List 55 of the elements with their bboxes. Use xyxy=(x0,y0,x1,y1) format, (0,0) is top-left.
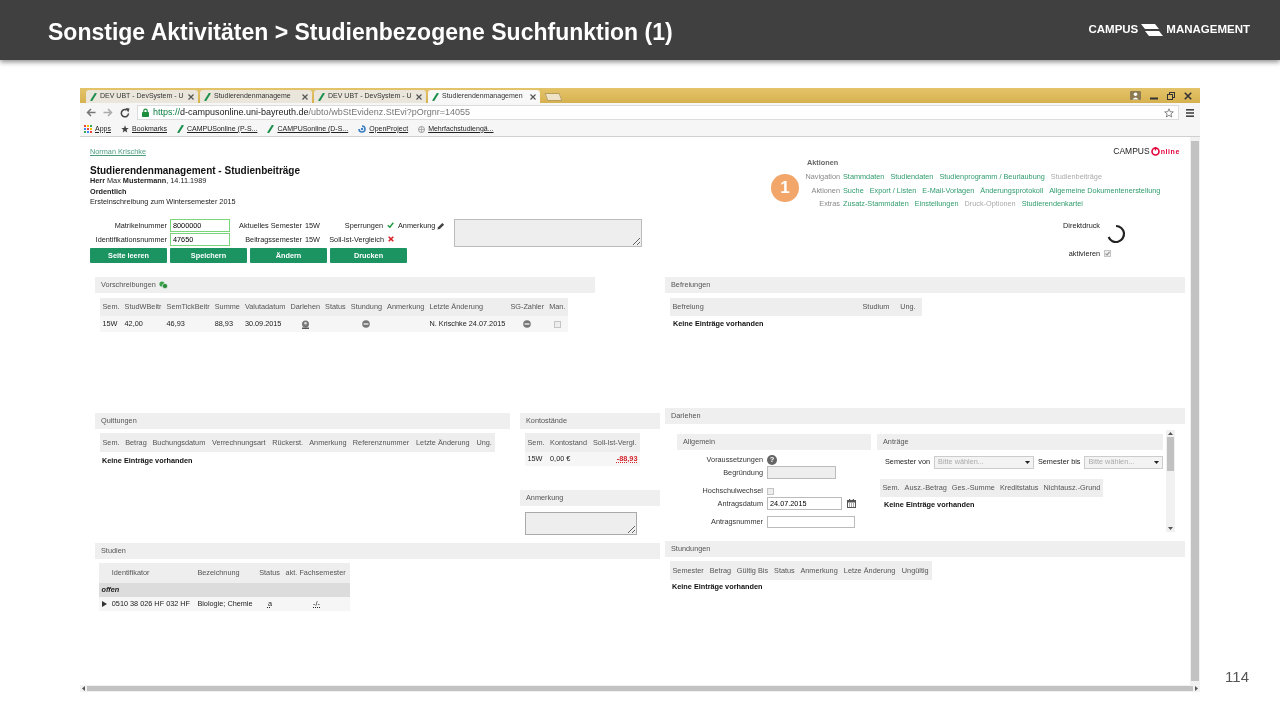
coins-icon xyxy=(158,281,168,289)
scroll-left-icon[interactable] xyxy=(82,686,85,691)
stamp-icon xyxy=(300,319,310,329)
expand-icon[interactable] xyxy=(101,601,107,608)
restore-icon[interactable] xyxy=(1167,91,1175,100)
minus-icon xyxy=(523,320,532,329)
power-icon xyxy=(1150,147,1160,156)
close-icon[interactable] xyxy=(188,93,194,100)
scroll-down-icon[interactable] xyxy=(1168,527,1173,530)
grid-icon xyxy=(84,125,92,133)
checkbox[interactable] xyxy=(767,487,774,495)
lock-icon xyxy=(142,108,149,117)
scroll-right-icon[interactable] xyxy=(1195,686,1198,691)
swirl-icon xyxy=(358,125,367,133)
scroll-up-icon[interactable] xyxy=(1168,432,1173,435)
pencil-icon[interactable] xyxy=(437,221,446,230)
slash-icon xyxy=(204,92,211,101)
column-header xyxy=(99,563,110,583)
checkbox[interactable] xyxy=(553,320,561,328)
page-number: 114 xyxy=(1225,668,1249,686)
star-icon xyxy=(120,125,129,133)
slide-title: Sonstige Aktivitäten > Studienbezogene Suchfunktion (1) xyxy=(48,18,673,46)
slash-icon xyxy=(177,125,184,133)
remark-field[interactable] xyxy=(454,218,643,247)
scrollbar-thumb[interactable] xyxy=(1167,437,1174,471)
crosshair-icon xyxy=(418,125,426,133)
close-icon[interactable] xyxy=(530,93,536,100)
close-icon[interactable] xyxy=(416,93,422,100)
page-heading: Studierendenmanagement - Studienbeiträge xyxy=(90,165,301,176)
remark-field[interactable] xyxy=(525,512,637,535)
address-field[interactable]: https://d-campusonline.uni-bayreuth.de/ubto/wbStEvidenz.StEvi?pOrgnr=14055 xyxy=(137,105,1179,120)
caret-icon xyxy=(1024,460,1030,464)
calendar-icon[interactable] xyxy=(847,499,856,508)
menu-icon[interactable] xyxy=(1186,108,1194,117)
slash-icon xyxy=(90,92,97,101)
logo-text: MANAGEMENT xyxy=(1166,22,1250,38)
close-icon[interactable] xyxy=(1184,91,1192,100)
person-icon[interactable] xyxy=(1130,91,1141,100)
logo-text: CAMPUS xyxy=(1088,22,1139,38)
back-icon[interactable] xyxy=(86,108,96,117)
reload-icon[interactable] xyxy=(120,107,130,118)
reason-field[interactable] xyxy=(767,466,836,479)
slash-icon xyxy=(318,92,325,101)
scrollbar-thumb[interactable] xyxy=(87,686,1193,691)
slash-icon xyxy=(432,92,439,101)
step-marker: 1 xyxy=(771,174,799,202)
slash-icon xyxy=(267,125,275,133)
minus-icon xyxy=(362,320,371,329)
logo-text: CAMPUS xyxy=(1113,147,1150,156)
logo-icon xyxy=(1141,24,1164,36)
caret-icon xyxy=(1154,460,1159,464)
star-icon[interactable] xyxy=(1164,107,1174,118)
close-icon[interactable] xyxy=(302,93,308,100)
input-field[interactable] xyxy=(767,516,855,528)
scrollbar-thumb[interactable] xyxy=(1191,141,1199,681)
